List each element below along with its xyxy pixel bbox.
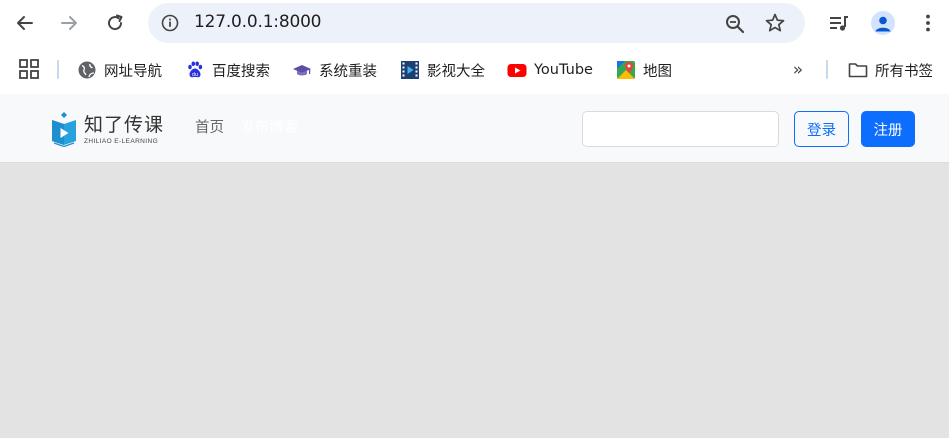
all-bookmarks-label: 所有书签 — [875, 63, 933, 80]
page-content — [0, 164, 949, 438]
info-icon[interactable] — [160, 13, 180, 33]
youtube-icon — [507, 60, 527, 80]
globe-icon — [77, 60, 97, 80]
reload-button[interactable] — [100, 8, 130, 38]
bookmark-item-youtube[interactable]: YouTube — [507, 57, 593, 83]
bookmark-item-nav[interactable]: 网址导航 — [77, 57, 162, 83]
bookmark-label: 系统重装 — [319, 63, 377, 80]
site-logo[interactable]: 知了传课 ZHILIAO E-LEARNING — [50, 109, 170, 149]
baidu-paw-icon: du — [185, 60, 205, 80]
bookmark-item-movies[interactable]: 影视大全 — [400, 57, 485, 83]
svg-text:du: du — [192, 72, 198, 78]
folder-icon — [848, 60, 868, 80]
url-text[interactable]: 127.0.0.1:8000 — [194, 12, 322, 32]
browser-toolbar: 127.0.0.1:8000 — [0, 0, 949, 46]
bookmark-label: YouTube — [534, 62, 593, 78]
bookmark-label: 网址导航 — [104, 63, 162, 80]
logo-book-icon — [52, 112, 76, 147]
apps-grid-icon[interactable] — [18, 58, 40, 80]
nav-link-home[interactable]: 首页 — [195, 119, 224, 137]
search-input[interactable] — [582, 111, 779, 147]
back-arrow-icon — [17, 16, 33, 30]
logo-title: 知了传课 — [84, 113, 165, 136]
maps-icon — [616, 60, 636, 80]
bookmark-item-reinstall[interactable]: 系统重装 — [292, 57, 377, 83]
all-bookmarks-button[interactable]: 所有书签 — [848, 57, 933, 83]
nav-link-post-blog[interactable]: 发布博客 — [240, 119, 298, 137]
media-queue-icon[interactable] — [825, 9, 853, 37]
bookmarks-divider — [57, 60, 59, 79]
login-button[interactable]: 登录 — [794, 111, 849, 147]
register-button[interactable]: 注册 — [861, 111, 915, 147]
zoom-out-icon[interactable] — [724, 13, 746, 35]
bookmark-label: 地图 — [643, 63, 672, 80]
film-icon — [400, 60, 420, 80]
address-bar[interactable]: 127.0.0.1:8000 — [148, 3, 805, 43]
bookmark-item-baidu[interactable]: du 百度搜索 — [185, 57, 270, 83]
site-navbar: 知了传课 ZHILIAO E-LEARNING 首页 发布博客 登录 注册 — [0, 94, 949, 163]
bookmark-label: 百度搜索 — [212, 63, 270, 80]
bookmarks-divider — [826, 60, 828, 79]
reload-icon — [108, 14, 123, 31]
kebab-menu-icon[interactable] — [914, 9, 942, 37]
chevron-double-right-icon[interactable]: » — [788, 60, 808, 80]
profile-button[interactable] — [869, 9, 897, 37]
bookmark-label: 影视大全 — [427, 63, 485, 80]
profile-icon — [871, 11, 895, 35]
forward-button[interactable] — [54, 8, 84, 38]
logo-subtitle: ZHILIAO E-LEARNING — [84, 137, 159, 145]
back-button[interactable] — [10, 8, 40, 38]
bookmark-item-maps[interactable]: 地图 — [616, 57, 672, 83]
forward-arrow-icon — [61, 16, 77, 30]
graduation-cap-icon — [292, 60, 312, 80]
bookmarks-bar: 网址导航 du 百度搜索 系统重装 影视大全 YouTube 地图 » 所有书签 — [0, 46, 949, 94]
star-icon[interactable] — [764, 12, 786, 34]
